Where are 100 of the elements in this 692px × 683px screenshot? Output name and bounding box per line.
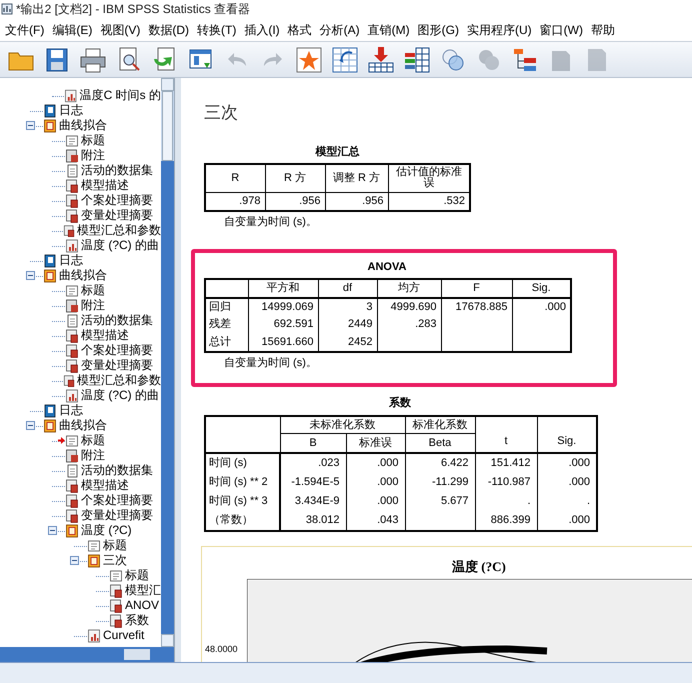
variables-icon[interactable] [402, 44, 432, 74]
note-icon [65, 298, 79, 312]
outline-item[interactable]: 温度 (?C) [81, 523, 132, 538]
table-cell: .043 [377, 514, 398, 526]
table-cell: 6.422 [440, 456, 468, 468]
outline-item[interactable]: 模型汇总和参数 [77, 223, 161, 238]
table-cell: 692.591 [274, 318, 314, 330]
collapse-toggle[interactable] [26, 271, 35, 280]
menu-item[interactable]: 实用程序(U) [464, 20, 535, 38]
table-cell: -1.594E-5 [291, 476, 340, 488]
menu-item[interactable]: 图形(G) [414, 20, 462, 38]
chart-icon [64, 88, 78, 102]
table-icon [65, 194, 79, 208]
horizontal-scrollbar[interactable] [0, 647, 174, 662]
outline-item[interactable]: 系数 [125, 613, 149, 628]
menu-item[interactable]: 视图(V) [97, 20, 144, 38]
table-icon [65, 344, 79, 358]
outline-item[interactable]: 变量处理摘要 [81, 358, 153, 373]
menu-item[interactable]: 分析(A) [316, 20, 363, 38]
table-cell: . [586, 495, 590, 507]
menu-item[interactable]: 格式 [284, 20, 315, 38]
table-title: 系数 [388, 396, 412, 411]
outline-item[interactable]: 温度C 时间s 的 [80, 88, 161, 103]
page-icon [65, 134, 79, 148]
outline-item[interactable]: 标题 [81, 283, 105, 298]
outline-item[interactable]: 变量处理摘要 [81, 508, 153, 523]
table-cell: 3.434E-9 [294, 495, 340, 507]
page-icon [87, 538, 101, 552]
row-header: 回归 [205, 298, 248, 316]
menu-item[interactable]: 数据(D) [145, 20, 192, 38]
app-icon [1, 3, 13, 15]
insert-row-icon[interactable] [366, 44, 396, 74]
outline-item[interactable]: 温度 (?C) 的曲 [81, 388, 159, 403]
menu-item[interactable]: 帮助 [588, 20, 618, 38]
table-title: ANOVA [366, 260, 408, 274]
outline-item[interactable]: 标题 [81, 133, 105, 148]
outline-item[interactable]: 标题 [125, 568, 149, 583]
outline-item[interactable]: 变量处理摘要 [81, 208, 153, 223]
table-cell: .000 [568, 456, 590, 468]
outline-item[interactable]: 曲线拟合 [59, 268, 107, 283]
chart-title: 温度 (?C) [452, 558, 507, 576]
menu-item[interactable]: 文件(F) [2, 20, 48, 38]
table-cell: .000 [568, 514, 590, 526]
outline-item[interactable]: 模型描述 [81, 478, 129, 493]
outline-item[interactable]: 附注 [81, 448, 105, 463]
outline-item[interactable]: 个案处理摘要 [81, 193, 153, 208]
menu-item[interactable]: 转换(T) [194, 20, 240, 38]
outline-item[interactable]: 模型汇总和参数 [77, 373, 161, 388]
collapse-toggle[interactable] [26, 121, 35, 130]
row-header: 总计 [205, 334, 248, 352]
menu-item[interactable]: 编辑(E) [49, 20, 96, 38]
outline-item[interactable]: 模型描述 [81, 328, 129, 343]
outline-item[interactable]: 曲线拟合 [59, 418, 107, 433]
menu-item[interactable]: 插入(I) [241, 20, 283, 38]
outline-item[interactable]: 标题 [103, 538, 127, 553]
outline-item[interactable]: 曲线拟合 [59, 118, 107, 133]
column-header: R 方 [265, 164, 325, 192]
table-icon [62, 374, 75, 388]
table-icon [65, 178, 79, 192]
chart-icon [65, 238, 79, 252]
page-icon [109, 568, 123, 582]
collapse-toggle[interactable] [48, 526, 57, 535]
table-arrow-icon[interactable] [330, 44, 360, 74]
star-table-icon[interactable] [294, 44, 324, 74]
note-icon [65, 148, 79, 162]
window-title: *输出2 [文档2] - IBM SPSS Statistics 查看器 [16, 1, 250, 18]
collapse-toggle[interactable] [70, 556, 79, 565]
outline-item[interactable]: 个案处理摘要 [81, 493, 153, 508]
outline-item[interactable]: 三次 [103, 553, 127, 568]
column-header: 估计值的标准误 [388, 164, 470, 192]
outline-item[interactable]: 个案处理摘要 [81, 343, 153, 358]
menu-item[interactable]: 窗口(W) [536, 20, 586, 38]
outline-item[interactable]: 附注 [81, 298, 105, 313]
outline-item[interactable]: 活动的数据集 [81, 163, 153, 178]
outline-item[interactable]: 温度 (?C) 的曲 [81, 238, 159, 253]
outline-item[interactable]: 日志 [59, 253, 83, 268]
vertical-scrollbar[interactable] [161, 78, 174, 647]
outline-item[interactable]: 日志 [59, 403, 83, 418]
outline-item[interactable]: 活动的数据集 [81, 313, 153, 328]
table-cell: -110.987 [488, 476, 530, 488]
table-icon [109, 614, 123, 628]
outline-item[interactable]: 活动的数据集 [81, 463, 153, 478]
outline-item[interactable]: 标题 [81, 433, 105, 448]
table-cell: 3 [366, 300, 372, 313]
table-cell: 2452 [348, 336, 372, 348]
table-cell: 151.412 [490, 456, 530, 468]
table-cell: 17678.885 [456, 300, 508, 313]
page-icon [65, 284, 79, 298]
table-icon [65, 328, 79, 342]
outline-item[interactable]: Curvefit [103, 628, 144, 643]
document-icon [65, 464, 79, 478]
outline-item[interactable]: 模型汇 [125, 583, 161, 598]
outline-item[interactable]: 附注 [81, 148, 105, 163]
outline-item[interactable]: 模型描述 [81, 178, 129, 193]
column-group-header: 未标准化系数 [280, 416, 405, 434]
outline-item[interactable]: ANOV [125, 598, 160, 613]
outline-item[interactable]: 日志 [59, 103, 83, 118]
table-icon [109, 598, 123, 612]
menu-item[interactable]: 直销(M) [364, 20, 413, 38]
collapse-toggle[interactable] [26, 421, 35, 430]
